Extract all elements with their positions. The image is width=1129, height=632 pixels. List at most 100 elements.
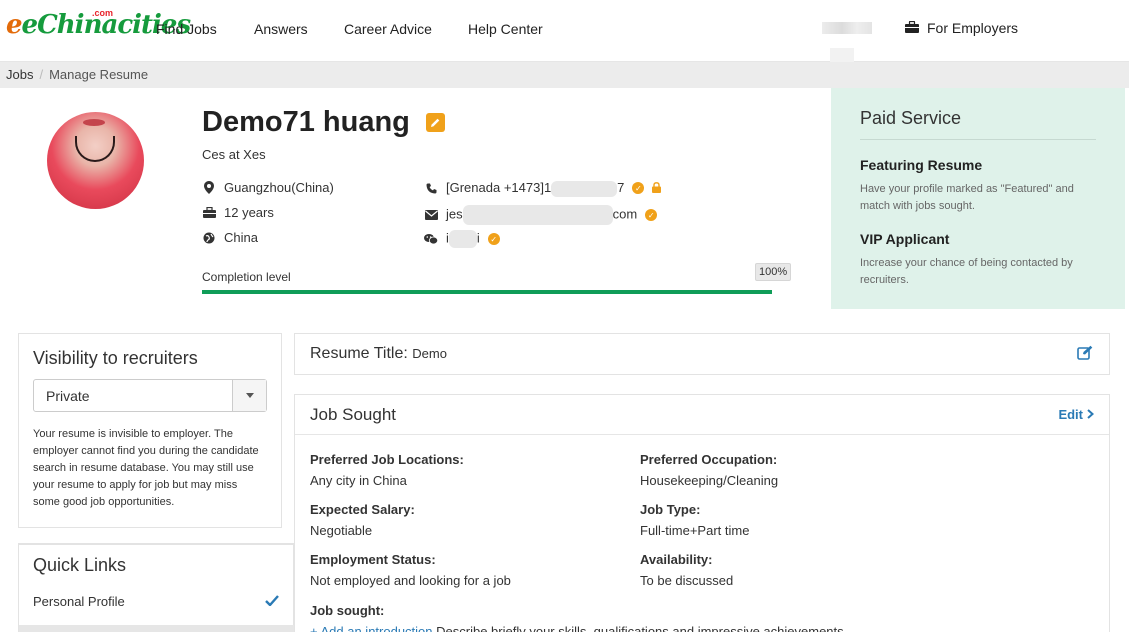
checkmark-icon (265, 594, 279, 609)
resume-title: Resume Title: Demo (310, 345, 447, 363)
nav-answers[interactable]: Answers (254, 21, 308, 37)
phone-value: [Grenada +1473]1 7 (446, 180, 624, 197)
verified-check-icon: ✓ (645, 209, 658, 221)
verified-check-icon: ✓ (487, 233, 500, 245)
breadcrumb-current: Manage Resume (49, 67, 149, 82)
nav-career-advice[interactable]: Career Advice (344, 21, 432, 37)
paid-service-title: Paid Service (860, 108, 1096, 140)
field-value: Housekeeping/Cleaning (640, 473, 779, 488)
vip-applicant-link[interactable]: VIP Applicant (860, 231, 1096, 247)
field-value: To be discussed (640, 573, 734, 588)
edit-label: Edit (1058, 407, 1083, 422)
intro-row: + Add an introduction Describe briefly y… (310, 624, 844, 632)
quick-link-personal-profile[interactable]: Personal Profile (33, 594, 279, 609)
email-value: jes com (446, 205, 637, 225)
field-label: Preferred Occupation: (640, 452, 778, 467)
visibility-description: Your resume is invisible to employer. Th… (33, 428, 259, 508)
experience-info: 12 years (202, 205, 274, 220)
top-header: eeChinacities .com Find Jobs Answers Car… (0, 0, 1129, 62)
field-label: Expected Salary: (310, 502, 415, 517)
wechat-info: ii ✓ (424, 230, 500, 248)
caret-down-icon[interactable] (232, 380, 266, 411)
breadcrumb-jobs[interactable]: Jobs (6, 67, 33, 82)
visibility-title: Visibility to recruiters (33, 348, 198, 368)
field-value: Any city in China (310, 473, 407, 488)
edit-profile-icon[interactable] (425, 113, 445, 132)
nav-find-jobs[interactable]: Find Jobs (156, 21, 217, 37)
email-info: jes com ✓ (424, 205, 658, 225)
briefcase-icon (905, 20, 919, 36)
phone-info: [Grenada +1473]1 7 ✓ (424, 180, 662, 197)
user-menu-blurred[interactable] (822, 22, 872, 34)
quick-links-title: Quick Links (33, 555, 127, 575)
field-value: Negotiable (310, 523, 373, 538)
visibility-panel: Visibility to recruiters Private Your re… (18, 333, 282, 528)
field-label: Job Type: (640, 502, 701, 517)
avatar-detail (75, 136, 115, 162)
paid-service-panel: Paid Service Featuring Resume Have your … (831, 88, 1125, 309)
featuring-resume-desc: Have your profile marked as "Featured" a… (860, 183, 1074, 212)
redacted-block (448, 230, 477, 248)
verified-check-icon: ✓ (632, 182, 645, 195)
globe-icon (202, 232, 216, 244)
edit-job-sought-button[interactable]: Edit (1058, 407, 1095, 422)
avatar[interactable] (47, 112, 144, 209)
avatar-detail (83, 119, 105, 126)
completion-label: Completion level (202, 270, 291, 284)
field-label: Employment Status: (310, 552, 436, 567)
resume-title-label: Resume Title: (310, 345, 408, 362)
quick-links-panel: Quick Links Personal Profile (18, 543, 295, 632)
profile-name: Demo71 huang (202, 106, 410, 138)
email-prefix: jes (446, 206, 463, 222)
visibility-selected: Private (46, 387, 90, 404)
experience-value: 12 years (224, 205, 274, 220)
intro-hint: Describe briefly your skills, qualificat… (436, 624, 844, 632)
completion-percent: 100% (755, 263, 792, 281)
edit-resume-title-icon[interactable] (1077, 345, 1094, 363)
redacted-block (462, 205, 613, 225)
phone-prefix: [Grenada +1473]1 (446, 180, 552, 195)
visibility-select[interactable]: Private (33, 379, 267, 412)
redacted-block (551, 180, 618, 197)
field-label: Preferred Job Locations: (310, 452, 464, 467)
completion-bar (202, 290, 772, 294)
blurred-area (830, 48, 854, 62)
chevron-right-icon (1087, 407, 1095, 422)
email-suffix: com (612, 206, 638, 222)
quick-link-next-item[interactable] (19, 625, 295, 632)
featuring-resume-link[interactable]: Featuring Resume (860, 157, 1096, 173)
resume-title-value: Demo (412, 346, 447, 361)
breadcrumb: Jobs / Manage Resume (0, 62, 1129, 88)
wechat-icon (424, 233, 438, 245)
briefcase-icon (202, 207, 216, 218)
envelope-icon (424, 210, 438, 220)
logo-e: e (6, 10, 23, 40)
field-label: Availability: (640, 552, 713, 567)
job-sought-header: Job Sought Edit (295, 395, 1109, 435)
add-introduction-link[interactable]: + Add an introduction (310, 624, 433, 632)
phone-icon (424, 183, 438, 194)
field-value: Not employed and looking for a job (310, 573, 511, 588)
resume-title-panel: Resume Title: Demo (294, 333, 1110, 375)
location-info: Guangzhou(China) (202, 180, 334, 195)
wechat-suffix: i (476, 230, 480, 246)
logo-com: .com (92, 8, 114, 18)
profile-name-row: Demo71 huang (202, 106, 445, 139)
quick-link-label: Personal Profile (33, 594, 125, 609)
job-sought-label: Job sought: (310, 603, 385, 618)
nav-help-center[interactable]: Help Center (468, 21, 543, 37)
country-value: China (224, 230, 258, 245)
field-value: Full-time+Part time (640, 523, 750, 538)
location-value: Guangzhou(China) (224, 180, 334, 195)
map-marker-icon (202, 181, 216, 194)
profile-headline: Ces at Xes (202, 147, 266, 162)
job-sought-panel: Job Sought Edit Preferred Job Locations:… (294, 394, 1110, 632)
lock-icon (652, 181, 662, 196)
job-sought-title: Job Sought (310, 404, 397, 424)
for-employers-link[interactable]: For Employers (905, 20, 1018, 36)
breadcrumb-separator: / (39, 67, 44, 82)
wechat-value: ii (446, 230, 480, 248)
completion-bar-fill (202, 290, 772, 294)
phone-suffix: 7 (617, 180, 625, 195)
country-info: China (202, 230, 258, 245)
